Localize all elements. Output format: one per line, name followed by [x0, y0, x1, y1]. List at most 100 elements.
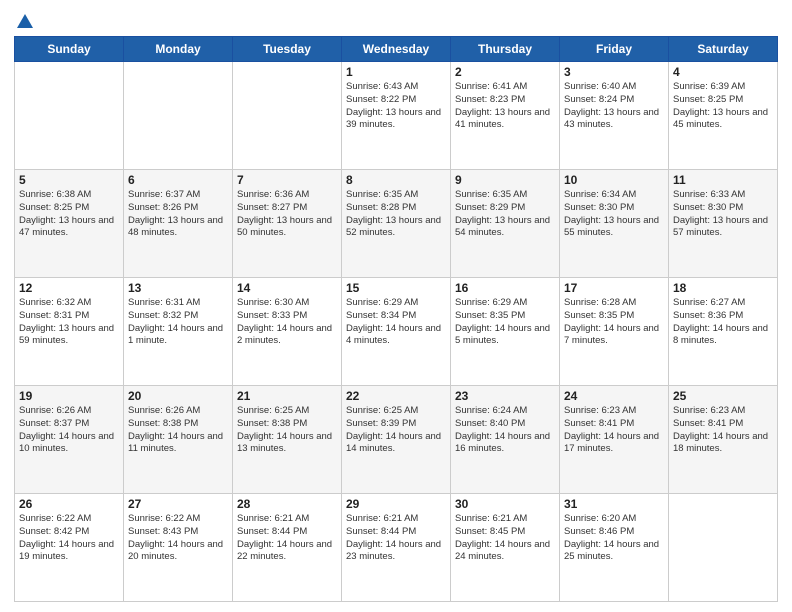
day-info: Sunrise: 6:41 AMSunset: 8:23 PMDaylight:…	[455, 81, 555, 132]
day-info: Sunrise: 6:33 AMSunset: 8:30 PMDaylight:…	[673, 189, 773, 240]
calendar-cell	[669, 494, 778, 602]
col-header-wednesday: Wednesday	[342, 37, 451, 62]
day-number: 28	[237, 497, 337, 511]
day-info: Sunrise: 6:27 AMSunset: 8:36 PMDaylight:…	[673, 297, 773, 348]
calendar-cell: 26Sunrise: 6:22 AMSunset: 8:42 PMDayligh…	[15, 494, 124, 602]
calendar-cell: 16Sunrise: 6:29 AMSunset: 8:35 PMDayligh…	[451, 278, 560, 386]
header	[14, 12, 778, 28]
col-header-friday: Friday	[560, 37, 669, 62]
day-info: Sunrise: 6:25 AMSunset: 8:39 PMDaylight:…	[346, 405, 446, 456]
day-number: 1	[346, 65, 446, 79]
calendar-week-3: 12Sunrise: 6:32 AMSunset: 8:31 PMDayligh…	[15, 278, 778, 386]
day-number: 22	[346, 389, 446, 403]
calendar-cell: 10Sunrise: 6:34 AMSunset: 8:30 PMDayligh…	[560, 170, 669, 278]
calendar-cell: 30 Sunrise: 6:21 AMSunset: 8:45 PMDayligh…	[451, 494, 560, 602]
day-number: 6	[128, 173, 228, 187]
calendar-cell: 21 Sunrise: 6:25 AMSunset: 8:38 PMDayligh…	[233, 386, 342, 494]
day-info: Sunrise: 6:34 AMSunset: 8:30 PMDaylight:…	[564, 189, 664, 240]
day-number: 14	[237, 281, 337, 295]
day-number: 27	[128, 497, 228, 511]
calendar-cell: 8 Sunrise: 6:35 AMSunset: 8:28 PMDaylight…	[342, 170, 451, 278]
day-info: Sunrise: 6:20 AMSunset: 8:46 PMDaylight:…	[564, 513, 664, 564]
calendar-cell: 6 Sunrise: 6:37 AMSunset: 8:26 PMDaylight…	[124, 170, 233, 278]
day-info: Sunrise: 6:43 AMSunset: 8:22 PMDaylight:…	[346, 81, 446, 132]
day-info: Sunrise: 6:35 AMSunset: 8:29 PMDaylight:…	[455, 189, 555, 240]
calendar-cell: 23 Sunrise: 6:24 AMSunset: 8:40 PMDayligh…	[451, 386, 560, 494]
day-number: 21	[237, 389, 337, 403]
calendar-cell: 12Sunrise: 6:32 AMSunset: 8:31 PMDayligh…	[15, 278, 124, 386]
day-info: Sunrise: 6:35 AMSunset: 8:28 PMDaylight:…	[346, 189, 446, 240]
day-info: Sunrise: 6:37 AMSunset: 8:26 PMDaylight:…	[128, 189, 228, 240]
calendar-cell: 15Sunrise: 6:29 AMSunset: 8:34 PMDayligh…	[342, 278, 451, 386]
calendar-week-5: 26Sunrise: 6:22 AMSunset: 8:42 PMDayligh…	[15, 494, 778, 602]
calendar-cell: 13 Sunrise: 6:31 AMSunset: 8:32 PMDayligh…	[124, 278, 233, 386]
calendar-header-row: SundayMondayTuesdayWednesdayThursdayFrid…	[15, 37, 778, 62]
day-info: Sunrise: 6:23 AMSunset: 8:41 PMDaylight:…	[564, 405, 664, 456]
day-number: 24	[564, 389, 664, 403]
calendar-week-4: 19Sunrise: 6:26 AMSunset: 8:37 PMDayligh…	[15, 386, 778, 494]
day-number: 25	[673, 389, 773, 403]
page: SundayMondayTuesdayWednesdayThursdayFrid…	[0, 0, 792, 612]
calendar-cell: 4Sunrise: 6:39 AMSunset: 8:25 PMDaylight…	[669, 62, 778, 170]
calendar-cell: 19Sunrise: 6:26 AMSunset: 8:37 PMDayligh…	[15, 386, 124, 494]
day-number: 11	[673, 173, 773, 187]
day-info: Sunrise: 6:40 AMSunset: 8:24 PMDaylight:…	[564, 81, 664, 132]
day-info: Sunrise: 6:28 AMSunset: 8:35 PMDaylight:…	[564, 297, 664, 348]
calendar-cell: 1 Sunrise: 6:43 AMSunset: 8:22 PMDaylight…	[342, 62, 451, 170]
calendar-cell: 31 Sunrise: 6:20 AMSunset: 8:46 PMDayligh…	[560, 494, 669, 602]
calendar-cell: 25 Sunrise: 6:23 AMSunset: 8:41 PMDayligh…	[669, 386, 778, 494]
day-number: 26	[19, 497, 119, 511]
calendar-week-2: 5Sunrise: 6:38 AMSunset: 8:25 PMDaylight…	[15, 170, 778, 278]
calendar-cell: 28 Sunrise: 6:21 AMSunset: 8:44 PMDayligh…	[233, 494, 342, 602]
day-number: 13	[128, 281, 228, 295]
day-number: 7	[237, 173, 337, 187]
day-number: 2	[455, 65, 555, 79]
calendar: SundayMondayTuesdayWednesdayThursdayFrid…	[14, 36, 778, 602]
col-header-sunday: Sunday	[15, 37, 124, 62]
day-number: 4	[673, 65, 773, 79]
calendar-cell: 29 Sunrise: 6:21 AMSunset: 8:44 PMDayligh…	[342, 494, 451, 602]
day-number: 17	[564, 281, 664, 295]
calendar-cell: 24 Sunrise: 6:23 AMSunset: 8:41 PMDayligh…	[560, 386, 669, 494]
calendar-cell	[15, 62, 124, 170]
day-number: 9	[455, 173, 555, 187]
day-number: 3	[564, 65, 664, 79]
day-info: Sunrise: 6:23 AMSunset: 8:41 PMDaylight:…	[673, 405, 773, 456]
logo	[14, 12, 33, 28]
calendar-week-1: 1 Sunrise: 6:43 AMSunset: 8:22 PMDaylight…	[15, 62, 778, 170]
calendar-cell: 14 Sunrise: 6:30 AMSunset: 8:33 PMDayligh…	[233, 278, 342, 386]
calendar-cell: 2 Sunrise: 6:41 AMSunset: 8:23 PMDaylight…	[451, 62, 560, 170]
day-info: Sunrise: 6:29 AMSunset: 8:34 PMDaylight:…	[346, 297, 446, 348]
day-number: 29	[346, 497, 446, 511]
day-number: 20	[128, 389, 228, 403]
day-info: Sunrise: 6:24 AMSunset: 8:40 PMDaylight:…	[455, 405, 555, 456]
day-info: Sunrise: 6:21 AMSunset: 8:44 PMDaylight:…	[346, 513, 446, 564]
day-info: Sunrise: 6:21 AMSunset: 8:44 PMDaylight:…	[237, 513, 337, 564]
day-info: Sunrise: 6:29 AMSunset: 8:35 PMDaylight:…	[455, 297, 555, 348]
calendar-cell	[124, 62, 233, 170]
day-number: 30	[455, 497, 555, 511]
day-info: Sunrise: 6:26 AMSunset: 8:37 PMDaylight:…	[19, 405, 119, 456]
day-number: 12	[19, 281, 119, 295]
calendar-cell: 5Sunrise: 6:38 AMSunset: 8:25 PMDaylight…	[15, 170, 124, 278]
calendar-cell: 9 Sunrise: 6:35 AMSunset: 8:29 PMDaylight…	[451, 170, 560, 278]
day-number: 5	[19, 173, 119, 187]
calendar-cell: 3 Sunrise: 6:40 AMSunset: 8:24 PMDaylight…	[560, 62, 669, 170]
day-number: 23	[455, 389, 555, 403]
day-number: 8	[346, 173, 446, 187]
calendar-cell: 17 Sunrise: 6:28 AMSunset: 8:35 PMDayligh…	[560, 278, 669, 386]
day-number: 18	[673, 281, 773, 295]
calendar-cell: 18 Sunrise: 6:27 AMSunset: 8:36 PMDayligh…	[669, 278, 778, 386]
col-header-saturday: Saturday	[669, 37, 778, 62]
day-info: Sunrise: 6:21 AMSunset: 8:45 PMDaylight:…	[455, 513, 555, 564]
day-number: 31	[564, 497, 664, 511]
calendar-cell: 7 Sunrise: 6:36 AMSunset: 8:27 PMDaylight…	[233, 170, 342, 278]
day-info: Sunrise: 6:30 AMSunset: 8:33 PMDaylight:…	[237, 297, 337, 348]
day-info: Sunrise: 6:36 AMSunset: 8:27 PMDaylight:…	[237, 189, 337, 240]
day-info: Sunrise: 6:31 AMSunset: 8:32 PMDaylight:…	[128, 297, 228, 348]
col-header-tuesday: Tuesday	[233, 37, 342, 62]
day-info: Sunrise: 6:22 AMSunset: 8:43 PMDaylight:…	[128, 513, 228, 564]
col-header-monday: Monday	[124, 37, 233, 62]
day-info: Sunrise: 6:25 AMSunset: 8:38 PMDaylight:…	[237, 405, 337, 456]
day-info: Sunrise: 6:26 AMSunset: 8:38 PMDaylight:…	[128, 405, 228, 456]
